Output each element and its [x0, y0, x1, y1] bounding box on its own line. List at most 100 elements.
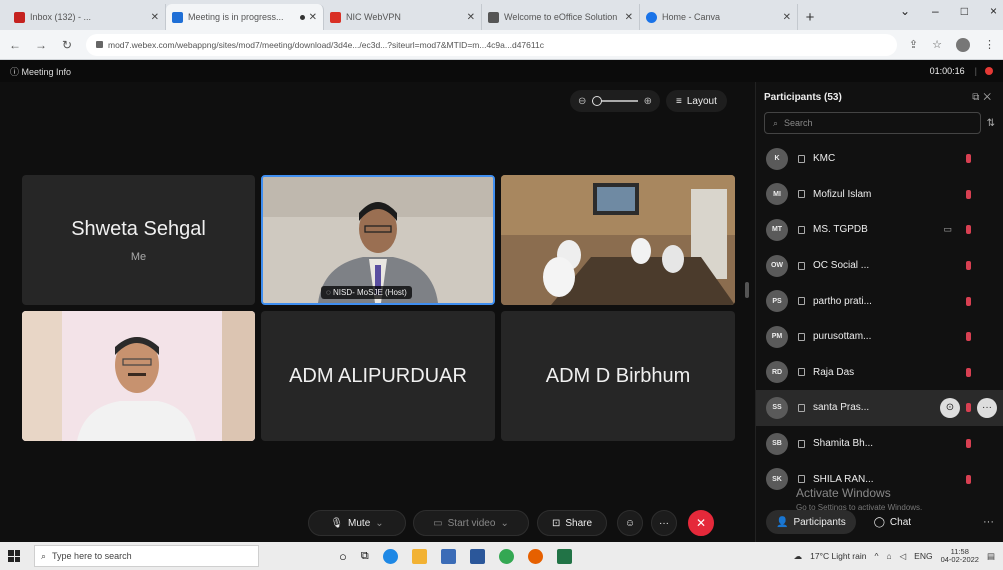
tab-label: Inbox (132) - ... — [30, 12, 92, 22]
start-video-button[interactable]: ▭ Start video ⌄ — [413, 510, 529, 536]
video-tile-participant-camera[interactable] — [22, 311, 255, 441]
system-tray: ☁ 17°C Light rain ^ ⌂ ◁ ENG 11:58 04-02-… — [794, 547, 995, 565]
participant-row[interactable]: SB Shamita Bh... — [756, 426, 1003, 462]
pin-button[interactable]: ⊙ — [940, 397, 960, 418]
participant-row[interactable]: RD Raja Das — [756, 355, 1003, 391]
forward-arrow-icon[interactable]: → — [34, 38, 48, 52]
tray-chevron-icon[interactable]: ^ — [874, 551, 878, 561]
device-icon — [798, 261, 805, 270]
chevron-down-icon[interactable]: ⌄ — [375, 518, 383, 529]
new-tab-button[interactable]: + — [798, 4, 822, 30]
video-tile-host[interactable]: ◌ NISD- MoSJE (Host) — [261, 175, 495, 305]
avatar: PS — [766, 290, 788, 313]
row-actions: ⊙ ··· — [940, 397, 997, 418]
windows-start-icon[interactable] — [8, 550, 20, 562]
tab-meeting[interactable]: Meeting is in progress... ✕ — [166, 4, 324, 30]
more-options-button[interactable]: ··· — [651, 510, 677, 536]
maximize-button[interactable]: □ — [961, 4, 968, 18]
muted-mic-icon — [966, 439, 971, 449]
store-icon[interactable] — [440, 548, 456, 564]
video-tile-adm-alipurduar[interactable]: ADM ALIPURDUAR — [261, 311, 495, 441]
tab-label: NIC WebVPN — [346, 12, 401, 22]
participant-row[interactable]: MI Mofizul Islam — [756, 177, 1003, 213]
tab-webvpn[interactable]: NIC WebVPN ✕ — [324, 4, 482, 30]
participant-row[interactable]: PS partho prati... — [756, 283, 1003, 319]
notifications-icon[interactable]: ▤ — [987, 551, 995, 562]
zoom-track[interactable] — [592, 96, 638, 106]
close-tab-icon[interactable]: ✕ — [151, 12, 159, 23]
close-icon[interactable]: ✕ — [983, 92, 995, 103]
more-dots-icon[interactable]: ··· — [983, 516, 994, 528]
zoom-in-icon[interactable]: ⊕ — [644, 96, 652, 107]
share-button[interactable]: ⊡ Share — [537, 510, 607, 536]
edge-icon[interactable] — [382, 548, 398, 564]
kebab-menu-icon[interactable]: ⋮ — [984, 38, 995, 51]
volume-icon[interactable]: ◁ — [900, 551, 907, 562]
participant-row[interactable]: MT MS. TGPDB ▭ — [756, 212, 1003, 248]
participant-row[interactable]: OW OC Social ... — [756, 248, 1003, 284]
video-tile-adm-birbhum[interactable]: ADM D Birbhum — [501, 311, 735, 441]
share-page-icon[interactable]: ⇪ — [909, 38, 918, 51]
video-tile-self[interactable]: Shweta Sehgal Me — [22, 175, 255, 305]
reload-icon[interactable]: ↻ — [60, 38, 74, 52]
sort-icon[interactable]: ⇅ — [987, 118, 995, 129]
video-tile-conference-room[interactable] — [501, 175, 735, 305]
zoom-slider[interactable]: ⊖ ⊕ — [570, 90, 660, 112]
layout-button[interactable]: ≡ Layout — [666, 90, 727, 112]
participant-name: purusottam... — [813, 331, 872, 343]
close-tab-icon[interactable]: ✕ — [783, 12, 791, 23]
task-view-icon[interactable]: ⧉ — [361, 550, 369, 563]
back-arrow-icon[interactable]: ← — [8, 38, 22, 52]
participant-row[interactable]: K KMC — [756, 141, 1003, 177]
tab-eoffice[interactable]: Welcome to eOffice Solution ✕ — [482, 4, 640, 30]
leave-meeting-button[interactable]: ✕ — [688, 510, 714, 536]
close-window-button[interactable]: × — [990, 4, 997, 18]
zoom-knob[interactable] — [592, 96, 603, 106]
participant-row-hovered[interactable]: SS santa Pras... ⊙ ··· — [756, 390, 1003, 426]
network-icon[interactable]: ⌂ — [886, 551, 891, 561]
word-icon[interactable] — [469, 548, 485, 564]
firefox-icon[interactable] — [527, 548, 543, 564]
dropdown-chevron-icon[interactable]: ⌄ — [900, 4, 910, 18]
participants-toggle-button[interactable]: 👤 Participants — [766, 510, 856, 534]
mute-button[interactable]: 🎙 Mute ⌄ — [308, 510, 406, 536]
panel-resize-handle[interactable] — [745, 282, 749, 298]
taskbar-search-input[interactable]: ⌕ Type here to search — [34, 545, 259, 567]
meeting-info-button[interactable]: ⓘ Meeting Info — [10, 65, 930, 78]
weather-text[interactable]: 17°C Light rain — [810, 551, 866, 561]
muted-mic-icon — [966, 402, 971, 412]
participant-name: Shweta Sehgal — [71, 217, 206, 240]
clock-date: 04-02-2022 — [940, 555, 979, 564]
chevron-down-icon[interactable]: ⌄ — [500, 518, 508, 529]
file-explorer-icon[interactable] — [411, 548, 427, 564]
profile-avatar-icon[interactable] — [956, 37, 970, 52]
close-tab-icon[interactable]: ✕ — [625, 12, 633, 23]
url-field[interactable]: mod7.webex.com/webappng/sites/mod7/meeti… — [86, 33, 897, 56]
device-icon — [798, 154, 805, 163]
avatar: MI — [766, 183, 788, 206]
participant-row[interactable]: PM purusottam... — [756, 319, 1003, 355]
muted-mic-icon — [966, 367, 971, 377]
more-dots-button[interactable]: ··· — [977, 397, 997, 418]
zoom-out-icon[interactable]: ⊖ — [578, 96, 586, 107]
close-tab-icon[interactable]: ✕ — [467, 12, 475, 23]
excel-icon[interactable] — [556, 548, 572, 564]
reactions-button[interactable]: ☺ — [617, 510, 643, 536]
device-icon — [798, 190, 805, 199]
taskbar-clock[interactable]: 11:58 04-02-2022 — [940, 547, 979, 565]
minimize-button[interactable]: – — [932, 4, 939, 18]
close-tab-icon[interactable]: ✕ — [309, 12, 317, 23]
tab-canva[interactable]: Home - Canva ✕ — [640, 4, 798, 30]
popout-icon[interactable]: ⧉ — [972, 92, 983, 103]
chrome-icon[interactable] — [498, 548, 514, 564]
tab-inbox[interactable]: Inbox (132) - ... ✕ — [8, 4, 166, 30]
bookmark-star-icon[interactable]: ☆ — [932, 38, 942, 51]
language-indicator[interactable]: ENG — [914, 551, 932, 561]
participants-panel: Participants (53) ⧉✕ ⌕ Search ⇅ K KMC MI — [755, 82, 1003, 542]
cortana-icon[interactable]: ○ — [339, 549, 347, 564]
chat-button[interactable]: ◯ Chat — [874, 517, 911, 528]
start-video-label: Start video — [447, 517, 496, 529]
participant-search-input[interactable]: ⌕ Search — [764, 112, 981, 134]
taskbar-search-placeholder: Type here to search — [52, 551, 132, 561]
globe-icon — [488, 11, 499, 23]
